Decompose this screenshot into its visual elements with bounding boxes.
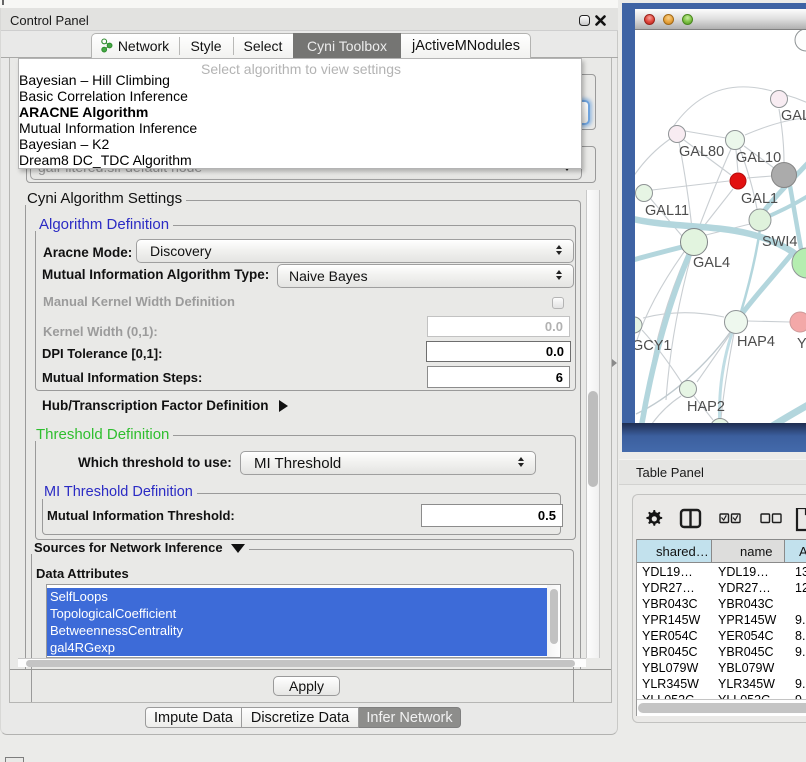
svg-text:HAP2: HAP2 [687, 399, 725, 415]
svg-text:Y: Y [797, 336, 806, 352]
svg-text:GAL7: GAL7 [781, 108, 806, 124]
svg-text:HAP4: HAP4 [737, 334, 775, 350]
svg-text:GAL4: GAL4 [693, 255, 730, 271]
svg-text:SWI4: SWI4 [762, 234, 797, 250]
svg-text:GAL80: GAL80 [679, 144, 724, 160]
svg-text:GCY1: GCY1 [635, 338, 672, 354]
svg-text:GAL11: GAL11 [645, 203, 689, 219]
svg-text:GAL10: GAL10 [736, 150, 781, 166]
svg-text:GAL1: GAL1 [741, 191, 778, 207]
